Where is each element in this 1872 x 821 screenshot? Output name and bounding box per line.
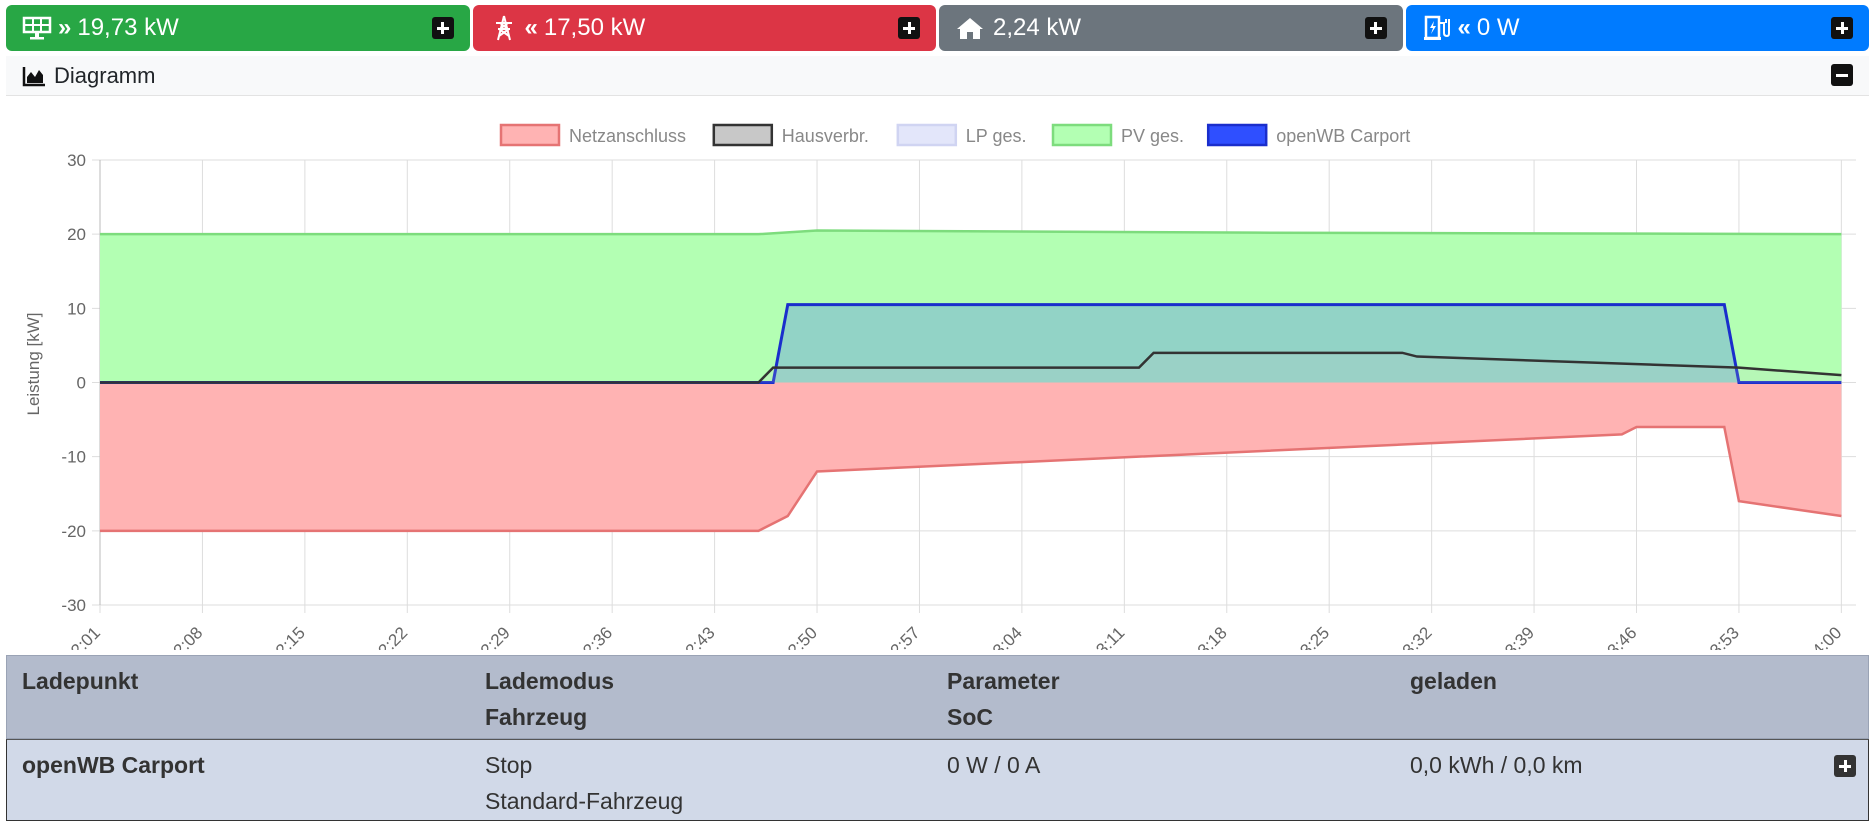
legend-label: Hausverbr. [782, 126, 869, 146]
direction-arrow: » [58, 14, 72, 41]
legend-swatch [712, 123, 774, 147]
header-ladepunkt: Ladepunkt [22, 668, 139, 694]
plus-icon[interactable] [898, 17, 920, 39]
plus-icon[interactable] [1364, 17, 1387, 39]
legend-label: LP ges. [966, 126, 1027, 146]
pv-tile[interactable]: » 19,73 kW [6, 5, 470, 51]
x-tick-label: 12:57 [880, 623, 924, 650]
legend-swatch [499, 123, 561, 147]
minus-icon[interactable] [1831, 64, 1853, 86]
area-chart-icon [22, 65, 46, 87]
legend-swatch [1051, 123, 1113, 147]
plus-icon[interactable] [431, 17, 454, 39]
legend-label: PV ges. [1121, 126, 1184, 146]
y-axis-ticks: 30 20 10 0 -10 -20 -30 [61, 151, 86, 615]
x-tick-label: 12:36 [573, 623, 617, 650]
table-row[interactable]: openWB Carport Stop Standard-Fahrzeug 0 W… [6, 739, 1869, 821]
y-axis-label: Leistung [kW] [24, 313, 43, 416]
y-tick-label: 10 [67, 299, 86, 318]
charge-mode[interactable]: Stop Standard-Fahrzeug [485, 747, 683, 819]
power-chart: Netzanschluss Hausverbr. LP ges. PV ges. ope… [24, 123, 1856, 650]
x-tick-label: 14:00 [1802, 623, 1846, 650]
x-tick-label: 12:08 [163, 623, 207, 650]
house-tile[interactable]: 2,24 kW [939, 5, 1403, 51]
house-power-value: 2,24 kW [993, 14, 1082, 41]
y-tick-label: 30 [67, 151, 86, 170]
plus-icon[interactable] [1831, 17, 1853, 39]
x-tick-label: 12:29 [470, 623, 514, 650]
grid-tile[interactable]: « 17,50 kW [472, 5, 936, 51]
chargepoint-table: Ladepunkt Lademodus Fahrzeug Parameter SoC… [6, 655, 1869, 821]
chargepoint-name: openWB Carport [22, 752, 205, 778]
x-tick-label: 12:22 [368, 623, 412, 650]
charging-power-value: 0 W [1476, 14, 1520, 41]
header-lademodus: Lademodus Fahrzeug [485, 668, 615, 730]
x-tick-label: 13:04 [982, 623, 1026, 650]
x-tick-label: 12:01 [60, 623, 104, 650]
power-tower-icon [489, 15, 519, 41]
charged-amount: 0,0 kWh / 0,0 km [1410, 752, 1583, 778]
header-geladen: geladen [1410, 668, 1497, 694]
x-tick-label: 13:53 [1699, 623, 1743, 650]
plus-icon[interactable] [1834, 755, 1856, 777]
y-tick-label: -30 [61, 596, 86, 615]
x-tick-label: 13:39 [1495, 623, 1539, 650]
power-summary-tiles: » 19,73 kW « 17,50 kW 2,24 kW « 0 W [6, 5, 1869, 51]
y-tick-label: 20 [67, 225, 86, 244]
x-tick-label: 12:50 [778, 623, 822, 650]
chart-series [100, 229, 1842, 533]
x-tick-label: 13:25 [1290, 623, 1334, 650]
header-parameter: Parameter SoC [947, 668, 1060, 730]
legend-swatch [896, 123, 958, 147]
x-tick-label: 13:32 [1392, 623, 1436, 650]
direction-arrow: « [1457, 14, 1472, 41]
diagram-header[interactable]: Diagramm [6, 56, 1869, 96]
legend-swatch [1206, 123, 1268, 147]
x-tick-label: 12:15 [265, 623, 309, 650]
house-icon [955, 15, 985, 41]
solar-panel-icon [22, 15, 52, 41]
x-tick-label: 12:43 [675, 623, 719, 650]
grid-power-value: 17,50 kW [543, 14, 646, 41]
charging-tile[interactable]: « 0 W [1405, 5, 1869, 51]
table-header: Ladepunkt Lademodus Fahrzeug Parameter SoC… [6, 655, 1869, 739]
pv-power-value: 19,73 kW [77, 14, 179, 41]
diagram-title: Diagramm [54, 62, 156, 88]
legend-label: openWB Carport [1276, 126, 1410, 146]
charging-station-icon [1422, 15, 1452, 41]
x-tick-label: 13:46 [1597, 623, 1641, 650]
chart-legend: Netzanschluss Hausverbr. LP ges. PV ges. ope… [499, 123, 1410, 147]
x-tick-label: 13:11 [1086, 623, 1129, 650]
y-tick-label: -20 [61, 522, 86, 541]
y-tick-label: -10 [61, 448, 86, 467]
legend-label: Netzanschluss [569, 126, 686, 146]
x-axis-ticks: 12:01 12:08 12:15 12:22 12:29 12:36 12:43 12:50… [60, 623, 1845, 650]
direction-arrow: « [524, 14, 539, 41]
charge-parameter: 0 W / 0 A [947, 752, 1041, 778]
x-tick-label: 13:18 [1187, 623, 1231, 650]
y-tick-label: 0 [77, 374, 86, 393]
